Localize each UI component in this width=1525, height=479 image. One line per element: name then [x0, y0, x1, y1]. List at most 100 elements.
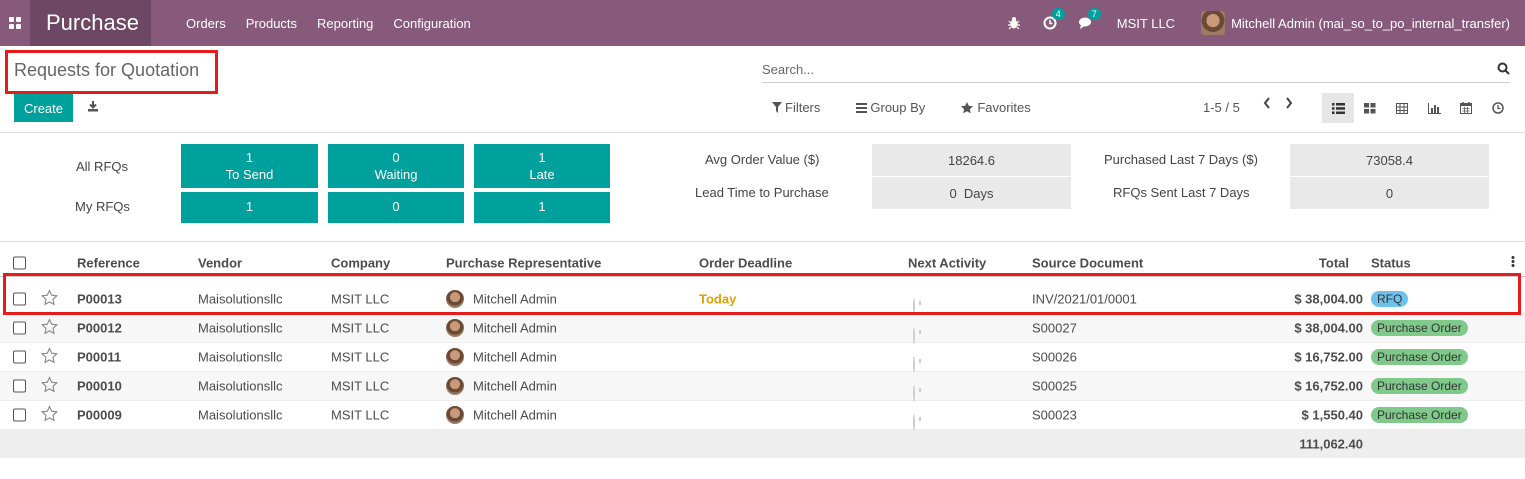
- activity-view-icon[interactable]: [1482, 93, 1514, 123]
- row-reference: P00010: [77, 378, 122, 394]
- pager-next-icon[interactable]: [1278, 97, 1300, 109]
- col-source[interactable]: Source Document: [1032, 255, 1143, 270]
- title-highlight-box: [5, 50, 218, 94]
- create-button[interactable]: Create: [14, 94, 73, 122]
- col-status[interactable]: Status: [1371, 255, 1411, 270]
- col-activity[interactable]: Next Activity: [908, 255, 986, 270]
- activity-clock-icon[interactable]: [913, 327, 915, 344]
- table-row[interactable]: P00011 Maisolutionsllc MSIT LLC Mitchell…: [0, 343, 1525, 373]
- favorites-button[interactable]: Favorites: [961, 100, 1031, 115]
- tile-my-late[interactable]: 1: [474, 192, 610, 223]
- activity-clock-icon[interactable]: 4: [1043, 8, 1065, 30]
- user-menu[interactable]: Mitchell Admin (mai_so_to_po_internal_tr…: [1231, 16, 1510, 31]
- apps-menu-button[interactable]: [0, 0, 30, 46]
- list-view-icon[interactable]: [1322, 93, 1354, 123]
- activity-clock-icon[interactable]: [913, 298, 915, 315]
- favorite-star-icon[interactable]: [40, 347, 59, 367]
- graph-view-icon[interactable]: [1418, 93, 1450, 123]
- row-checkbox[interactable]: [13, 321, 26, 335]
- rfqs-sent-value: 0: [1290, 177, 1489, 209]
- row-checkbox[interactable]: [13, 350, 26, 364]
- my-rfqs-label: My RFQs: [75, 199, 130, 214]
- row-source: S00027: [1032, 320, 1077, 336]
- pager-nav: [1256, 97, 1300, 109]
- lead-time-value: 0 Days: [872, 177, 1071, 209]
- search-options: Filters Group By Favorites: [772, 100, 1031, 115]
- company-switcher[interactable]: MSIT LLC: [1117, 16, 1175, 31]
- table-row[interactable]: P00010 Maisolutionsllc MSIT LLC Mitchell…: [0, 372, 1525, 402]
- row-vendor: Maisolutionsllc: [198, 407, 283, 423]
- status-badge: RFQ: [1371, 291, 1409, 307]
- row-reference: P00011: [77, 349, 122, 365]
- kanban-view-icon[interactable]: [1354, 93, 1386, 123]
- row-vendor: Maisolutionsllc: [198, 349, 283, 365]
- avg-order-value: 18264.6: [872, 144, 1071, 176]
- row-source: S00025: [1032, 378, 1077, 394]
- rep-avatar: [446, 406, 464, 424]
- activity-clock-icon[interactable]: [913, 414, 915, 431]
- row-rep: Mitchell Admin: [473, 407, 557, 423]
- activity-clock-icon[interactable]: [913, 385, 915, 402]
- app-brand[interactable]: Purchase: [30, 0, 151, 46]
- menu-orders[interactable]: Orders: [186, 16, 226, 31]
- tile-waiting[interactable]: 0 Waiting: [328, 144, 464, 188]
- tile-waiting-label: Waiting: [374, 167, 418, 182]
- pager-value[interactable]: 1-5 / 5: [1203, 100, 1240, 115]
- activity-clock-icon[interactable]: [913, 356, 915, 373]
- favorites-star-icon: [961, 101, 974, 113]
- menu-products[interactable]: Products: [246, 16, 297, 31]
- messages-badge: 7: [1087, 8, 1101, 20]
- select-all-checkbox[interactable]: [13, 256, 26, 269]
- row-rep: Mitchell Admin: [473, 349, 557, 365]
- favorite-star-icon[interactable]: [40, 376, 59, 396]
- row-checkbox[interactable]: [13, 408, 26, 422]
- tile-late[interactable]: 1 Late: [474, 144, 610, 188]
- col-reference[interactable]: Reference: [77, 255, 140, 270]
- messages-chat-icon[interactable]: 7: [1078, 8, 1101, 30]
- pager-previous-icon[interactable]: [1256, 97, 1278, 109]
- user-avatar[interactable]: [1201, 11, 1226, 35]
- menu-configuration[interactable]: Configuration: [393, 16, 470, 31]
- rep-avatar: [446, 319, 464, 337]
- pivot-view-icon[interactable]: [1386, 93, 1418, 123]
- col-rep[interactable]: Purchase Representative: [446, 255, 601, 270]
- tile-my-waiting[interactable]: 0: [328, 192, 464, 223]
- download-icon[interactable]: [87, 100, 99, 115]
- favorite-star-icon[interactable]: [40, 405, 59, 425]
- table-row[interactable]: P00013 Maisolutionsllc MSIT LLC Mitchell…: [0, 285, 1525, 315]
- row-checkbox[interactable]: [13, 379, 26, 393]
- table-header: Reference Vendor Company Purchase Repres…: [0, 249, 1525, 277]
- favorite-star-icon[interactable]: [40, 318, 59, 338]
- row-source: S00023: [1032, 407, 1077, 423]
- menu-reporting[interactable]: Reporting: [317, 16, 373, 31]
- rep-avatar: [446, 290, 464, 308]
- row-reference: P00012: [77, 320, 122, 336]
- row-source: INV/2021/01/0001: [1032, 291, 1137, 307]
- groupby-button[interactable]: Group By: [856, 100, 925, 115]
- table-row[interactable]: P00009 Maisolutionsllc MSIT LLC Mitchell…: [0, 401, 1525, 431]
- status-badge: Purchase Order: [1371, 349, 1468, 365]
- col-deadline[interactable]: Order Deadline: [699, 255, 792, 270]
- col-total[interactable]: Total: [1319, 255, 1349, 270]
- row-company: MSIT LLC: [331, 378, 390, 394]
- row-total: $ 16,752.00: [1294, 349, 1363, 365]
- col-vendor[interactable]: Vendor: [198, 255, 242, 270]
- avg-order-label: Avg Order Value ($): [705, 152, 820, 167]
- tile-waiting-count: 0: [392, 150, 400, 165]
- groupby-bars-icon: [856, 102, 868, 113]
- favorite-star-icon[interactable]: [40, 289, 59, 309]
- debug-bug-icon[interactable]: [1007, 16, 1021, 30]
- row-checkbox[interactable]: [13, 292, 26, 306]
- all-rfqs-label: All RFQs: [76, 159, 128, 174]
- table-row[interactable]: P00012 Maisolutionsllc MSIT LLC Mitchell…: [0, 314, 1525, 344]
- search-icon[interactable]: [1497, 62, 1510, 78]
- row-company: MSIT LLC: [331, 407, 390, 423]
- column-options-kebab-icon[interactable]: [1511, 255, 1515, 270]
- tile-to-send[interactable]: 1 To Send: [181, 144, 318, 188]
- calendar-view-icon[interactable]: [1450, 93, 1482, 123]
- tile-my-to-send[interactable]: 1: [181, 192, 318, 223]
- col-company[interactable]: Company: [331, 255, 390, 270]
- search-input[interactable]: [762, 62, 1497, 77]
- filters-button[interactable]: Filters: [772, 100, 820, 115]
- filter-funnel-icon: [772, 102, 782, 113]
